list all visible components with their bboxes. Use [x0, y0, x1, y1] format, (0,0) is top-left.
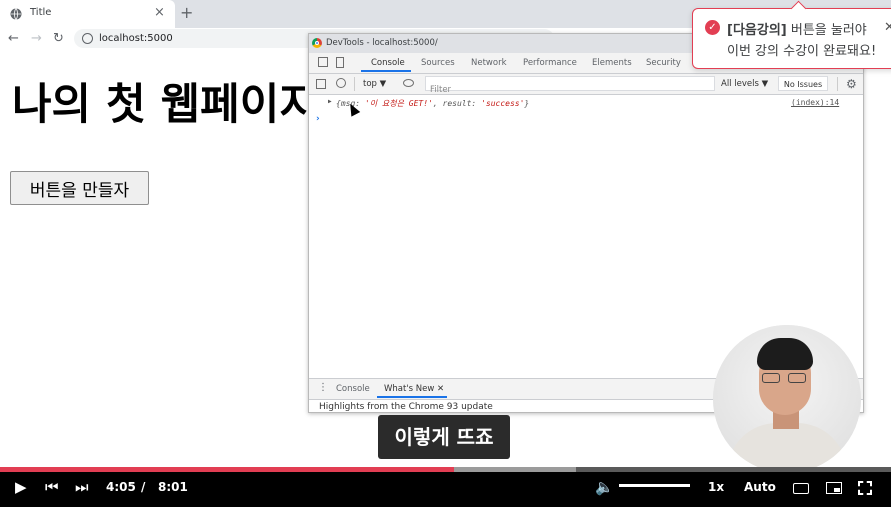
- quality-selector[interactable]: Auto: [744, 480, 776, 494]
- toast-close-icon[interactable]: ✕: [884, 20, 891, 35]
- toast-line1-text: 버튼을 눌러야: [786, 23, 867, 38]
- volume-icon[interactable]: 🔈: [595, 472, 614, 507]
- console-log-entry: ▶ {msg: '이 요청은 GET!', result: 'success'}…: [309, 96, 863, 112]
- sidebar-toggle-icon[interactable]: [316, 79, 326, 89]
- filter-input[interactable]: [426, 83, 710, 97]
- forward-icon[interactable]: →: [31, 31, 42, 46]
- next-lecture-toast[interactable]: ✓ [다음강의] 버튼을 눌러야 이번 강의 수강이 완료돼요! ✕: [692, 0, 891, 69]
- instructor-webcam: [713, 325, 861, 473]
- fullscreen-icon[interactable]: [858, 481, 872, 498]
- issues-button[interactable]: No Issues: [778, 76, 828, 91]
- console-filter[interactable]: [425, 76, 715, 97]
- console-prompt[interactable]: ›: [316, 114, 320, 124]
- drawer-active-indicator: [377, 396, 447, 398]
- log-levels-dropdown[interactable]: All levels ▼: [721, 79, 768, 89]
- inspect-element-icon[interactable]: [318, 57, 328, 67]
- subtitles-icon[interactable]: [793, 482, 809, 497]
- more-options-icon[interactable]: ⋮: [318, 382, 328, 393]
- check-circle-icon: ✓: [705, 20, 720, 35]
- video-controls: ▶ ⏮ ⏭ 4:05 / 8:01 🔈 1x Auto: [0, 472, 891, 507]
- devtools-tab-sources[interactable]: Sources: [421, 58, 455, 68]
- tab-close-icon[interactable]: ×: [154, 5, 165, 20]
- log-result-value: 'success': [481, 99, 525, 108]
- playback-speed[interactable]: 1x: [708, 480, 724, 494]
- devtools-tab-elements[interactable]: Elements: [592, 58, 632, 68]
- settings-gear-icon[interactable]: ⚙: [846, 77, 857, 91]
- log-source-link[interactable]: (index):14: [791, 98, 839, 107]
- devtools-tab-performance[interactable]: Performance: [523, 58, 577, 68]
- devtools-title: DevTools - localhost:5000/: [326, 38, 438, 48]
- tab-title: Title: [30, 7, 52, 18]
- devtools-tab-console[interactable]: Console: [371, 58, 405, 68]
- address-url: localhost:5000: [99, 33, 173, 44]
- browser-tab[interactable]: Title ×: [0, 0, 175, 28]
- toast-bold-label: [다음강의]: [727, 23, 787, 38]
- console-toolbar: top ▼ All levels ▼ No Issues ⚙: [309, 74, 863, 97]
- active-tab-indicator: [361, 70, 411, 72]
- log-msg-value: '이 요청은 GET!': [364, 99, 433, 108]
- drawer-content-text: Highlights from the Chrome 93 update: [319, 402, 493, 412]
- log-object[interactable]: {msg: '이 요청은 GET!', result: 'success'}: [336, 98, 529, 109]
- previous-icon[interactable]: ⏮: [45, 472, 59, 507]
- reload-icon[interactable]: ↻: [53, 31, 64, 46]
- eye-icon[interactable]: [403, 79, 414, 87]
- devtools-tab-security[interactable]: Security: [646, 58, 681, 68]
- toast-line2: 이번 강의 수강이 완료돼요!: [727, 44, 877, 59]
- toolbar-divider: [837, 77, 838, 91]
- globe-icon: [10, 8, 22, 20]
- back-icon[interactable]: ←: [8, 31, 19, 46]
- drawer-tab-whats-new[interactable]: What's New ✕: [384, 384, 444, 394]
- log-mid: , result:: [432, 99, 482, 108]
- new-tab-button[interactable]: +: [180, 3, 193, 22]
- page-heading: 나의 첫 웹페이지: [12, 80, 319, 130]
- webcam-hair: [757, 338, 813, 370]
- drawer-tab-console[interactable]: Console: [336, 384, 370, 394]
- chrome-logo-icon: [312, 38, 322, 48]
- page-button[interactable]: 버튼을 만들자: [10, 171, 149, 205]
- current-time: 4:05: [106, 480, 136, 494]
- context-selector[interactable]: top ▼: [363, 79, 386, 89]
- expand-triangle-icon[interactable]: ▶: [328, 98, 332, 105]
- next-icon[interactable]: ⏭: [75, 472, 89, 507]
- site-info-icon[interactable]: [82, 33, 93, 44]
- toolbar-divider: [354, 77, 355, 91]
- log-close: }: [524, 99, 530, 108]
- webcam-glasses: [762, 373, 808, 383]
- play-icon[interactable]: ▶: [15, 472, 27, 507]
- toast-line1: [다음강의] 버튼을 눌러야: [727, 19, 867, 38]
- volume-slider[interactable]: [619, 484, 690, 487]
- video-subtitle: 이렇게 뜨죠: [378, 415, 510, 459]
- picture-in-picture-icon[interactable]: [826, 482, 842, 497]
- duration: 8:01: [158, 480, 188, 494]
- clear-console-icon[interactable]: [336, 78, 346, 88]
- device-toolbar-icon[interactable]: [336, 57, 344, 68]
- time-separator: /: [141, 480, 146, 494]
- devtools-tab-network[interactable]: Network: [471, 58, 507, 68]
